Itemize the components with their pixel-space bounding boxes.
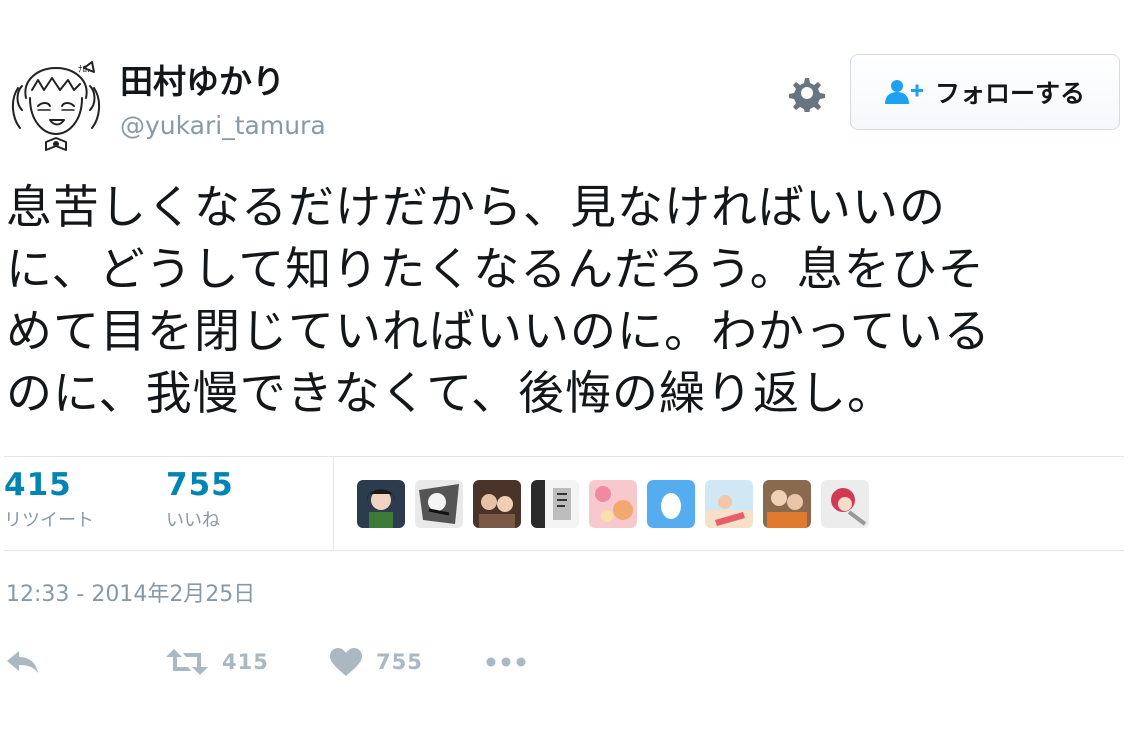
- like-stat-count: 755: [166, 467, 234, 503]
- like-action-count: 755: [376, 650, 423, 674]
- liker-default-egg-avatar[interactable]: [647, 480, 695, 528]
- liker-avatar[interactable]: [473, 480, 521, 528]
- follow-person-icon: [884, 80, 923, 104]
- avatar-drawing-icon: ﾅﾛ..: [12, 61, 100, 151]
- retweet-icon: [166, 649, 208, 675]
- liker-avatar[interactable]: [763, 480, 811, 528]
- tweet-text: 息苦しくなるだけだから、見なければいいの に、どうして知りたくなるんだろう。息を…: [6, 180, 991, 420]
- follow-button[interactable]: フォローする: [850, 54, 1120, 130]
- like-stat[interactable]: 755 いいね: [166, 466, 234, 534]
- user-handle[interactable]: @yukari_tamura: [120, 110, 326, 142]
- svg-text:ﾅﾛ..: ﾅﾛ..: [78, 64, 93, 75]
- more-dots-icon: [486, 657, 526, 667]
- like-stat-label: いいね: [166, 510, 220, 531]
- follow-button-label: フォローする: [934, 79, 1085, 108]
- reply-icon: [7, 651, 38, 673]
- retweet-button[interactable]: 415: [166, 642, 269, 682]
- retweet-stat[interactable]: 415 リツイート: [4, 466, 94, 534]
- tweet-card: ﾅﾛ.. 田村ゆかり @yukari_tamura フォローする 息苦しくなるだ…: [0, 0, 1128, 738]
- user-avatar[interactable]: ﾅﾛ..: [8, 58, 104, 154]
- liker-avatar[interactable]: [821, 480, 869, 528]
- likers-avatar-list: [357, 480, 869, 528]
- retweet-action-count: 415: [222, 650, 269, 674]
- liker-avatar[interactable]: [589, 480, 637, 528]
- stats-vertical-divider: [333, 457, 334, 550]
- liker-avatar[interactable]: [705, 480, 753, 528]
- like-button[interactable]: 755: [330, 642, 423, 682]
- liker-avatar[interactable]: [357, 480, 405, 528]
- retweet-stat-count: 415: [4, 467, 72, 503]
- retweet-stat-label: リツイート: [4, 510, 94, 531]
- heart-icon: [330, 648, 362, 676]
- gear-icon[interactable]: [786, 72, 826, 114]
- liker-avatar[interactable]: [415, 480, 463, 528]
- reply-button[interactable]: [6, 642, 40, 682]
- liker-avatar[interactable]: [531, 480, 579, 528]
- user-display-name[interactable]: 田村ゆかり: [120, 62, 285, 102]
- more-options-button[interactable]: [486, 642, 526, 682]
- tweet-timestamp[interactable]: 12:33 - 2014年2月25日: [6, 580, 255, 610]
- stats-bottom-divider: [4, 550, 1124, 551]
- stats-top-divider: [4, 456, 1124, 457]
